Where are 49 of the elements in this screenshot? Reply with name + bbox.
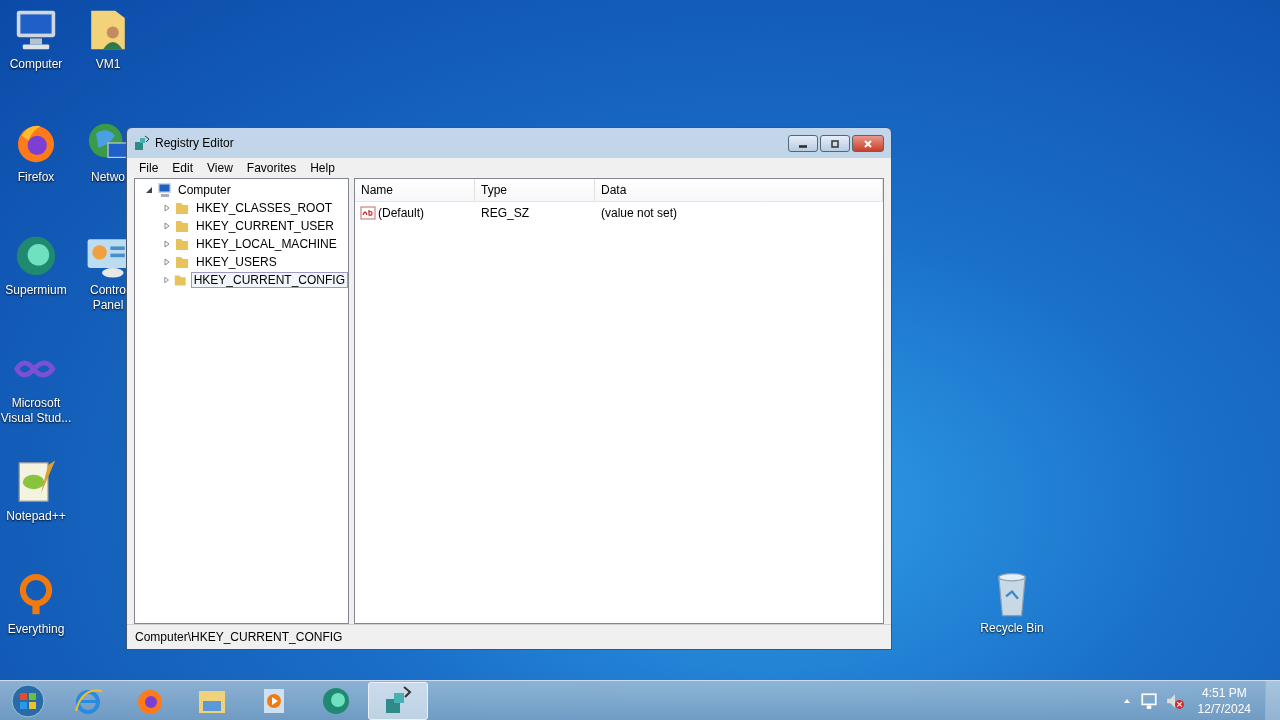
minimize-button[interactable]	[788, 135, 818, 152]
folder-icon	[174, 254, 190, 270]
desktop-icon-label: Recycle Bin	[980, 621, 1044, 636]
folder-icon	[173, 272, 188, 288]
column-header[interactable]: Name	[355, 179, 475, 201]
supermium-app-icon	[320, 685, 352, 717]
menu-item[interactable]: View	[200, 160, 240, 175]
menu-item[interactable]: File	[132, 160, 166, 175]
desktop-icon-label: Microsoft Visual Stud...	[0, 396, 72, 426]
minimize-icon	[799, 144, 807, 148]
menu-item[interactable]: Favorites	[239, 160, 304, 175]
folder-icon	[174, 218, 190, 234]
menu-item[interactable]: Edit	[165, 160, 201, 175]
desktop-icon-label: Supermium	[5, 283, 67, 298]
status-bar-text: Computer\HKEY_CURRENT_CONFIG	[135, 630, 343, 644]
close-button[interactable]	[852, 135, 884, 152]
tree-item[interactable]: HKEY_LOCAL_MACHINE	[193, 236, 340, 252]
computer-icon	[156, 182, 172, 198]
windows-logo-icon	[10, 683, 46, 719]
table-cell: (Default)	[378, 206, 424, 220]
column-header[interactable]: Type	[475, 179, 595, 201]
maximize-button[interactable]	[820, 135, 850, 152]
registry-cubes-icon	[134, 135, 150, 151]
desktop-icon-label: Contro Panel	[90, 283, 126, 313]
table-cell-text: (value not set)	[600, 206, 679, 220]
desktop-icon-label: Computer	[9, 57, 63, 72]
tree-item[interactable]: HKEY_CLASSES_ROOT	[193, 200, 336, 216]
desktop-icon-label: Notepad++	[6, 509, 66, 524]
tree-item[interactable]: Computer	[175, 182, 234, 198]
tree-item[interactable]: HKEY_USERS	[193, 254, 280, 270]
speaker-muted-icon[interactable]	[1165, 692, 1184, 710]
regedit-taskbar-button[interactable]	[368, 682, 428, 720]
desktop-icon-label: Everything	[7, 622, 65, 637]
folder-icon	[174, 236, 190, 252]
column-header[interactable]: Data	[595, 179, 883, 201]
close-icon	[863, 138, 873, 149]
tree-item[interactable]: HKEY_CURRENT_CONFIG	[190, 272, 348, 288]
tree-item[interactable]: HKEY_CURRENT_USER	[193, 218, 338, 234]
network-icon[interactable]	[1139, 692, 1158, 710]
expander-icon[interactable]	[145, 186, 153, 194]
menu-item[interactable]: Help	[303, 160, 342, 175]
desktop-icon-label: Firefox	[17, 170, 55, 185]
folder-icon	[174, 200, 190, 216]
maximize-icon	[830, 138, 840, 149]
window-title: Registry Editor	[155, 136, 234, 150]
desktop-icon-label: Netwo	[91, 170, 125, 185]
desktop-icon-label: VM1	[95, 57, 121, 72]
string-value-icon	[360, 205, 376, 221]
table-cell-text: REG_SZ	[480, 206, 530, 220]
